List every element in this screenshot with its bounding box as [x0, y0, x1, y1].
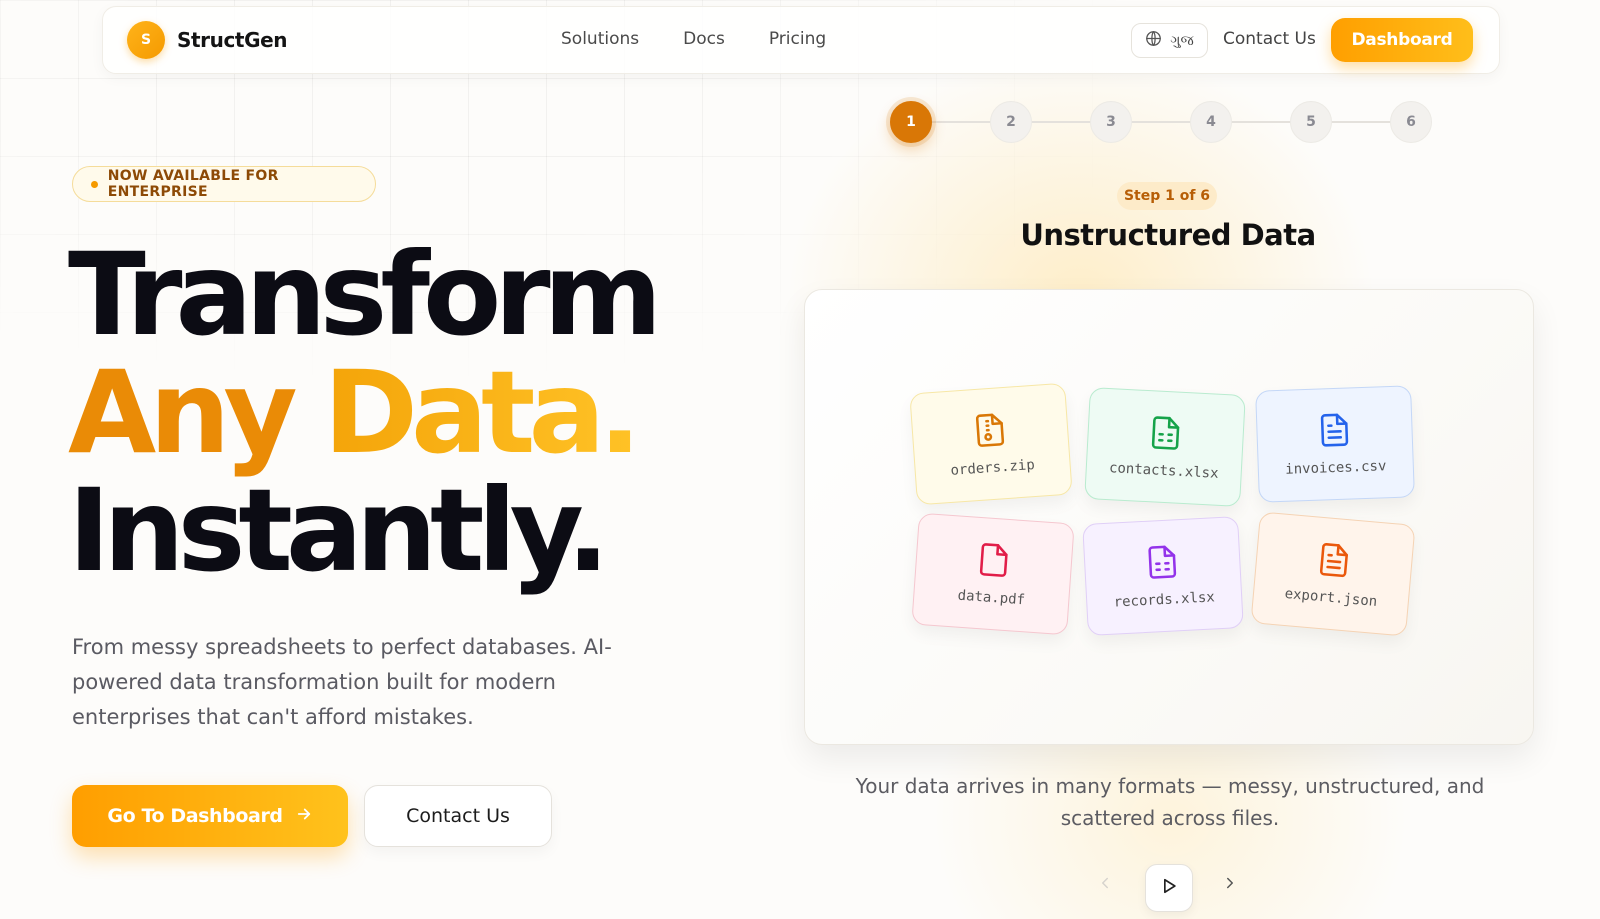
- file-name: data.pdf: [957, 587, 1026, 609]
- language-switcher[interactable]: ગુજ: [1131, 23, 1208, 58]
- dashboard-button[interactable]: Dashboard: [1331, 18, 1473, 62]
- file-name: export.json: [1284, 585, 1378, 610]
- nav-link-pricing[interactable]: Pricing: [769, 29, 826, 49]
- contact-us-button[interactable]: Contact Us: [364, 785, 552, 847]
- arrow-right-icon: [295, 805, 313, 828]
- language-label: ગુજ: [1170, 32, 1194, 49]
- hero-title-line-1: Transform: [68, 228, 662, 361]
- file-card-contacts-xlsx[interactable]: contacts.xlsx: [1084, 386, 1246, 508]
- file-card-data-pdf[interactable]: data.pdf: [911, 512, 1075, 636]
- globe-icon: [1145, 30, 1162, 51]
- step-2[interactable]: 2: [990, 101, 1032, 143]
- brand-name: StructGen: [177, 28, 288, 52]
- file-text-icon: [1315, 541, 1354, 580]
- step-title: Unstructured Data: [1020, 218, 1316, 252]
- file-card-export-json[interactable]: export.json: [1250, 511, 1416, 637]
- hero-title-any: Any: [68, 346, 298, 479]
- step-1[interactable]: 1: [890, 101, 932, 143]
- hero-title: Transform Any Data. Instantly.: [68, 228, 662, 597]
- step-connector: [1332, 121, 1390, 123]
- file-spreadsheet-icon: [1147, 414, 1185, 452]
- stepper: 1 2 3 4 5 6: [890, 101, 1436, 143]
- file-card-records-xlsx[interactable]: records.xlsx: [1082, 515, 1244, 637]
- chevron-right-icon: [1221, 874, 1239, 896]
- step-counter-badge: Step 1 of 6: [1117, 182, 1217, 210]
- step-connector: [1032, 121, 1090, 123]
- nav-link-docs[interactable]: Docs: [683, 29, 725, 49]
- step-connector: [1232, 121, 1290, 123]
- previous-step-button[interactable]: [1090, 870, 1120, 900]
- enterprise-badge: NOW AVAILABLE FOR ENTERPRISE: [72, 166, 376, 202]
- brand[interactable]: S StructGen: [127, 21, 288, 59]
- step-5[interactable]: 5: [1290, 101, 1332, 143]
- file-preview-panel: orders.zip contacts.xlsx invoices.csv da…: [804, 289, 1534, 745]
- step-3[interactable]: 3: [1090, 101, 1132, 143]
- step-connector: [1132, 121, 1190, 123]
- file-name: records.xlsx: [1113, 589, 1216, 611]
- chevron-left-icon: [1096, 874, 1114, 896]
- step-6[interactable]: 6: [1390, 101, 1432, 143]
- badge-label: NOW AVAILABLE FOR ENTERPRISE: [107, 168, 279, 200]
- play-icon: [1159, 876, 1179, 900]
- go-to-dashboard-button[interactable]: Go To Dashboard: [72, 785, 348, 847]
- hero-title-line-3: Instantly.: [68, 464, 610, 597]
- go-to-dashboard-label: Go To Dashboard: [107, 805, 283, 827]
- step-connector: [932, 121, 990, 123]
- hero-title-line-2: Any Data.: [68, 354, 655, 472]
- file-card-orders-zip[interactable]: orders.zip: [909, 382, 1073, 506]
- file-name: contacts.xlsx: [1108, 460, 1219, 482]
- file-name: orders.zip: [950, 457, 1036, 479]
- top-navbar: S StructGen Solutions Docs Pricing ગુજ C…: [102, 6, 1500, 74]
- file-name: invoices.csv: [1285, 458, 1387, 478]
- next-step-button[interactable]: [1215, 870, 1245, 900]
- play-button[interactable]: [1145, 864, 1193, 912]
- nav-links: Solutions Docs Pricing: [561, 29, 826, 49]
- file-card-invoices-csv[interactable]: invoices.csv: [1255, 385, 1415, 503]
- file-icon: [975, 541, 1013, 579]
- nav-link-solutions[interactable]: Solutions: [561, 29, 639, 49]
- file-spreadsheet-icon: [1143, 543, 1181, 581]
- hero-description: From messy spreadsheets to perfect datab…: [72, 635, 612, 729]
- file-text-icon: [1316, 411, 1353, 448]
- brand-logo-icon: S: [127, 21, 165, 59]
- file-zip-icon: [971, 411, 1009, 449]
- nav-contact-link[interactable]: Contact Us: [1223, 29, 1316, 49]
- badge-dot-icon: [91, 180, 98, 188]
- hero-title-data: Data.: [323, 346, 641, 479]
- step-4[interactable]: 4: [1190, 101, 1232, 143]
- step-caption: Your data arrives in many formats — mess…: [855, 774, 1485, 830]
